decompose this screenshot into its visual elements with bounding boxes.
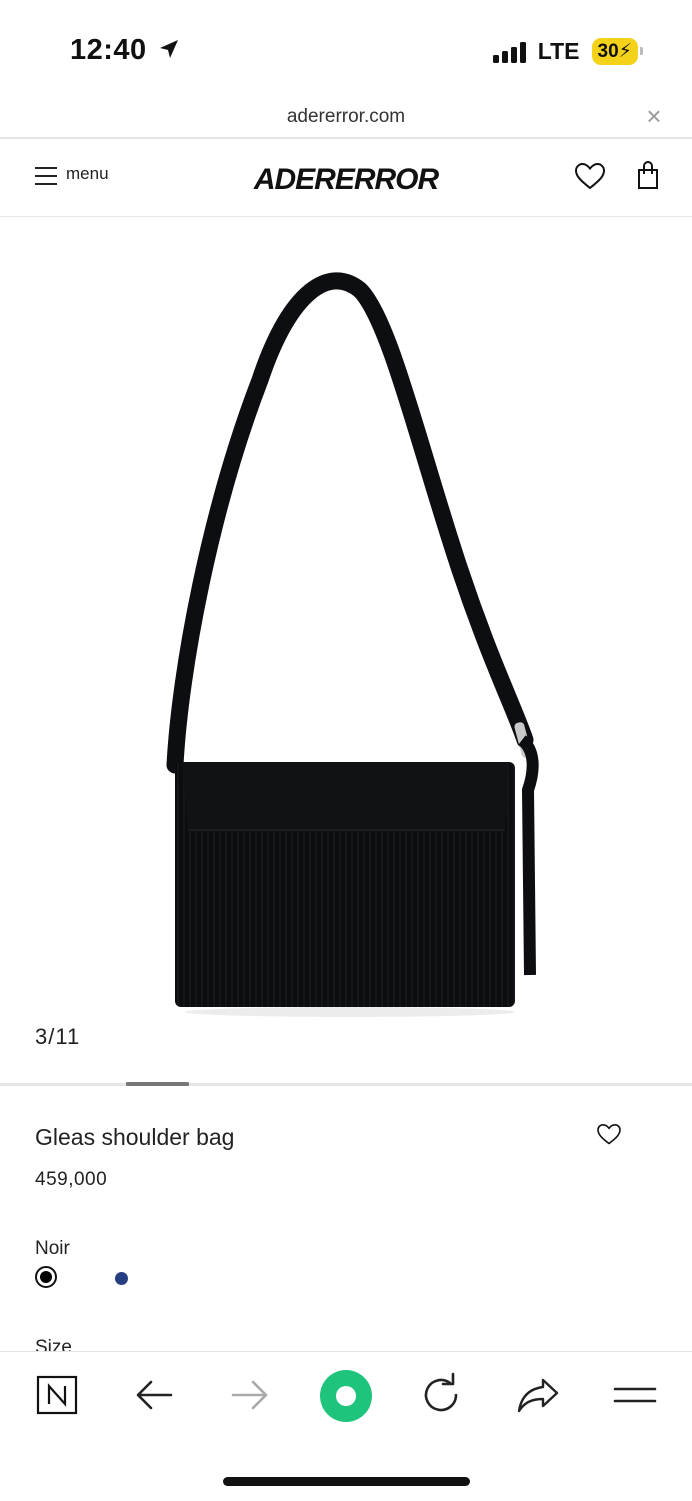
shopping-bag-icon[interactable] [637, 160, 659, 190]
heart-icon[interactable] [574, 162, 606, 190]
divider [0, 137, 692, 139]
product-image[interactable] [150, 270, 560, 1020]
signal-icon [492, 41, 526, 63]
close-icon[interactable]: × [642, 103, 666, 129]
product-price: 459,000 [35, 1169, 108, 1190]
status-indicators: LTE 30⚡ [492, 38, 644, 65]
product-name: Gleas shoulder bag [35, 1124, 235, 1150]
address-bar-url[interactable]: adererror.com [0, 106, 692, 128]
battery-icon: 30⚡ [591, 38, 644, 65]
gallery-scrollbar[interactable] [0, 1083, 692, 1086]
color-swatch-navy[interactable] [115, 1272, 128, 1285]
network-label: LTE [537, 38, 580, 64]
gallery-scrollbar-thumb[interactable] [126, 1082, 189, 1086]
selected-color-label: Noir [35, 1238, 70, 1259]
back-arrow-icon[interactable] [129, 1370, 179, 1420]
naver-icon[interactable] [32, 1370, 82, 1420]
forward-arrow-icon[interactable] [225, 1370, 275, 1420]
share-icon[interactable] [513, 1370, 563, 1420]
hamburger-menu-icon[interactable] [610, 1370, 660, 1420]
color-swatch-noir[interactable] [35, 1266, 57, 1288]
status-time: 12:40 [70, 34, 181, 67]
wishlist-heart-icon[interactable] [596, 1123, 622, 1145]
gallery-counter: 3/11 [35, 1024, 81, 1049]
divider [0, 216, 692, 217]
location-arrow-icon [160, 40, 179, 58]
green-dot-icon[interactable] [319, 1369, 373, 1423]
reload-icon[interactable] [416, 1370, 466, 1420]
home-indicator[interactable] [223, 1477, 470, 1486]
